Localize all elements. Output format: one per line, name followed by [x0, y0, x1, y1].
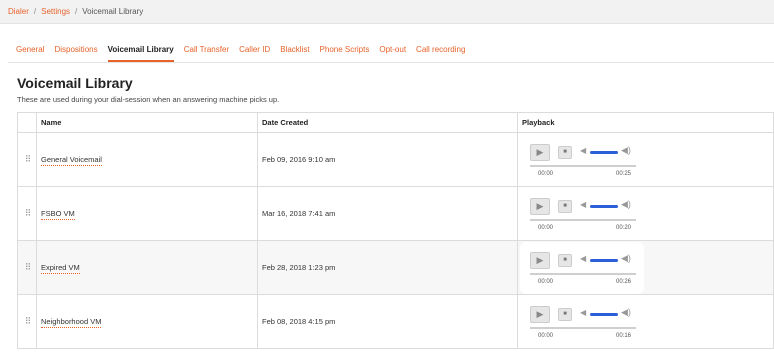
header-handle [17, 112, 37, 133]
voicemail-name[interactable]: Expired VM [41, 263, 80, 274]
playback-cell: ▶ ■ ◀ ◀) 00:00 00:25 [517, 132, 774, 187]
drag-handle-icon: ⠿ [24, 154, 31, 164]
stop-icon[interactable]: ■ [558, 307, 572, 321]
volume-slider[interactable] [590, 312, 618, 316]
seek-bar[interactable] [530, 326, 636, 329]
duration: 00:26 [616, 278, 632, 285]
play-icon[interactable]: ▶ [530, 197, 550, 215]
drag-handle-icon: ⠿ [24, 316, 31, 326]
volume-high-icon[interactable]: ◀) [621, 145, 631, 156]
seek-bar[interactable] [530, 164, 636, 167]
volume-slider[interactable] [590, 150, 618, 154]
current-time: 00:00 [538, 224, 554, 231]
tab-opt-out[interactable]: Opt-out [379, 45, 406, 62]
name-cell: General Voicemail [36, 132, 258, 187]
date-cell: Feb 28, 2018 1:23 pm [257, 240, 518, 295]
header-name[interactable]: Name [36, 112, 258, 133]
header-date[interactable]: Date Created [257, 112, 518, 133]
playback-cell: ▶ ■ ◀ ◀) 00:00 00:16 [517, 294, 774, 349]
date-cell: Feb 08, 2018 4:15 pm [257, 294, 518, 349]
duration: 00:16 [616, 332, 632, 339]
date-cell: Mar 16, 2018 7:41 am [257, 186, 518, 241]
drag-handle[interactable]: ⠿ [17, 186, 37, 241]
tab-phone-scripts[interactable]: Phone Scripts [320, 45, 370, 62]
drag-handle-icon: ⠿ [24, 208, 31, 218]
breadcrumb-current: Voicemail Library [82, 7, 144, 16]
breadcrumb: Dialer / Settings / Voicemail Library [0, 0, 774, 24]
stop-icon[interactable]: ■ [558, 253, 572, 267]
voicemail-name[interactable]: FSBO VM [41, 209, 75, 220]
breadcrumb-dialer[interactable]: Dialer [8, 7, 29, 16]
duration: 00:20 [616, 224, 632, 231]
volume-low-icon[interactable]: ◀ [580, 308, 586, 317]
table-row: ⠿ General Voicemail Feb 09, 2016 9:10 am… [17, 132, 774, 187]
breadcrumb-separator: / [33, 7, 37, 16]
table-row: ⠿ Expired VM Feb 28, 2018 1:23 pm ▶ ■ ◀ … [17, 240, 774, 295]
tab-call-recording[interactable]: Call recording [416, 45, 465, 62]
tab-dispositions[interactable]: Dispositions [54, 45, 97, 62]
table-row: ⠿ FSBO VM Mar 16, 2018 7:41 am ▶ ■ ◀ ◀) … [17, 186, 774, 241]
date-cell: Feb 09, 2016 9:10 am [257, 132, 518, 187]
breadcrumb-separator: / [75, 7, 78, 16]
audio-player: ▶ ■ ◀ ◀) 00:00 00:16 [524, 300, 640, 344]
tab-caller-id[interactable]: Caller ID [239, 45, 270, 62]
settings-tabs: General Dispositions Voicemail Library C… [16, 45, 475, 62]
volume-low-icon[interactable]: ◀ [580, 254, 586, 263]
voicemail-table: Name Date Created Playback ⠿ General Voi… [17, 112, 774, 349]
voicemail-name[interactable]: General Voicemail [41, 155, 102, 166]
header-playback: Playback [517, 112, 774, 133]
playback-cell: ▶ ■ ◀ ◀) 00:00 00:20 [517, 186, 774, 241]
current-time: 00:00 [538, 170, 554, 177]
tab-call-transfer[interactable]: Call Transfer [184, 45, 229, 62]
volume-slider[interactable] [590, 204, 618, 208]
name-cell: FSBO VM [36, 186, 258, 241]
table-row: ⠿ Neighborhood VM Feb 08, 2018 4:15 pm ▶… [17, 294, 774, 349]
stop-icon[interactable]: ■ [558, 199, 572, 213]
volume-high-icon[interactable]: ◀) [621, 307, 631, 318]
current-time: 00:00 [538, 278, 554, 285]
audio-player: ▶ ■ ◀ ◀) 00:00 00:26 [524, 245, 640, 290]
audio-player: ▶ ■ ◀ ◀) 00:00 00:25 [524, 138, 640, 182]
duration: 00:25 [616, 170, 632, 177]
drag-handle[interactable]: ⠿ [17, 240, 37, 295]
volume-low-icon[interactable]: ◀ [580, 200, 586, 209]
play-icon[interactable]: ▶ [530, 251, 550, 269]
audio-player: ▶ ■ ◀ ◀) 00:00 00:20 [524, 192, 640, 236]
name-cell: Neighborhood VM [36, 294, 258, 349]
tab-blacklist[interactable]: Blacklist [280, 45, 309, 62]
tab-voicemail-library[interactable]: Voicemail Library [107, 45, 174, 62]
volume-slider[interactable] [590, 258, 618, 262]
page-subtitle: These are used during your dial-session … [17, 95, 280, 104]
tabs-divider [8, 62, 774, 63]
drag-handle[interactable]: ⠿ [17, 132, 37, 187]
stop-icon[interactable]: ■ [558, 145, 572, 159]
play-icon[interactable]: ▶ [530, 305, 550, 323]
volume-low-icon[interactable]: ◀ [580, 146, 586, 155]
volume-high-icon[interactable]: ◀) [621, 253, 631, 264]
seek-bar[interactable] [530, 218, 636, 221]
drag-handle[interactable]: ⠿ [17, 294, 37, 349]
name-cell: Expired VM [36, 240, 258, 295]
tab-general[interactable]: General [16, 45, 44, 62]
seek-bar[interactable] [530, 272, 636, 275]
voicemail-name[interactable]: Neighborhood VM [41, 317, 102, 328]
volume-high-icon[interactable]: ◀) [621, 199, 631, 210]
play-icon[interactable]: ▶ [530, 143, 550, 161]
breadcrumb-settings[interactable]: Settings [41, 7, 70, 16]
current-time: 00:00 [538, 332, 554, 339]
playback-cell: ▶ ■ ◀ ◀) 00:00 00:26 [517, 240, 774, 295]
page-title: Voicemail Library [17, 75, 133, 91]
table-header-row: Name Date Created Playback [17, 112, 774, 133]
drag-handle-icon: ⠿ [24, 262, 31, 272]
